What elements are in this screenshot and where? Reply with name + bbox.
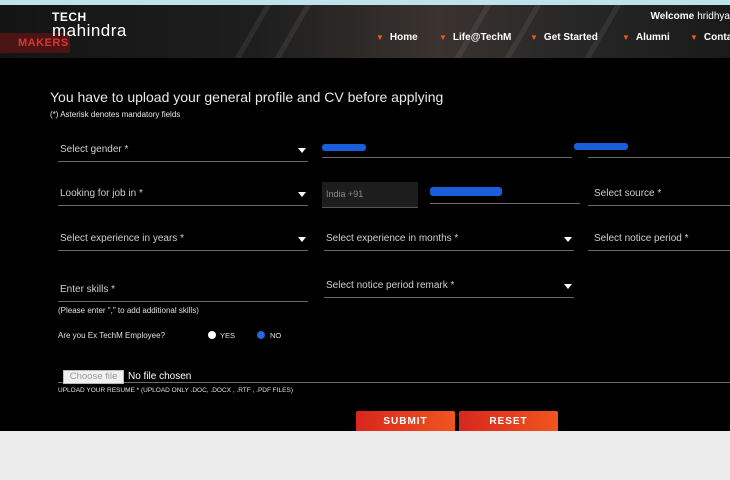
notice-period-placeholder: Select notice period * (594, 233, 689, 244)
dropdown-arrow-icon (298, 192, 306, 197)
submit-button[interactable]: SUBMIT (356, 411, 455, 431)
nav-contact[interactable]: ▼ Conta (690, 32, 730, 43)
job-location-placeholder: Looking for job in * (60, 188, 143, 199)
redaction-mark (574, 143, 628, 150)
site-header: MAKERS TECH mahindra Welcome hridhya ▼ Hom… (0, 5, 730, 58)
form-title: You have to upload your general profile … (50, 89, 444, 105)
upload-note: UPLOAD YOUR RESUME * (UPLOAD ONLY .DOC, … (58, 387, 294, 394)
skills-hint: (Please enter "," to add additional skil… (58, 306, 199, 315)
file-status: No file chosen (128, 371, 192, 382)
gender-placeholder: Select gender * (60, 144, 129, 155)
dropdown-arrow-icon (564, 284, 572, 289)
nav-alumni[interactable]: ▼ Alumni (622, 32, 670, 43)
ex-employee-yes-label[interactable]: YES (220, 331, 235, 340)
source-select[interactable]: Select source * (588, 184, 730, 206)
experience-months-select[interactable]: Select experience in months * (324, 229, 574, 251)
header-decor-stripe (234, 5, 272, 58)
first-name-field[interactable] (322, 136, 572, 158)
welcome-user[interactable]: hridhya (697, 11, 730, 22)
source-placeholder: Select source * (594, 188, 662, 199)
job-location-select[interactable]: Looking for job in * (58, 184, 308, 206)
country-code-select[interactable]: India +91 (322, 182, 418, 208)
redaction-mark (322, 144, 366, 151)
ex-employee-no-radio[interactable] (257, 331, 265, 339)
country-code-value: India +91 (326, 189, 364, 199)
caret-down-icon: ▼ (690, 33, 698, 42)
profile-form: You have to upload your general profile … (0, 58, 730, 431)
logo-mahindra[interactable]: mahindra (52, 21, 127, 41)
notice-remark-placeholder: Select notice period remark * (326, 280, 455, 291)
resume-upload: Choose file No file chosen (58, 367, 730, 384)
nav-life-techm[interactable]: ▼ Life@TechM (439, 32, 511, 43)
ex-employee-question: Are you Ex TechM Employee? (58, 331, 166, 340)
skills-placeholder: Enter skills * (60, 284, 116, 295)
caret-down-icon: ▼ (439, 33, 447, 42)
experience-years-select[interactable]: Select experience in years * (58, 229, 308, 251)
welcome-prefix: Welcome (650, 11, 695, 22)
dropdown-arrow-icon (298, 148, 306, 153)
mandatory-note: (*) Asterisk denotes mandatory fields (50, 110, 181, 119)
experience-months-placeholder: Select experience in months * (326, 233, 459, 244)
caret-down-icon: ▼ (376, 33, 384, 42)
gender-select[interactable]: Select gender * (58, 140, 308, 162)
header-decor-stripe (274, 5, 312, 58)
dropdown-arrow-icon (298, 237, 306, 242)
choose-file-button[interactable]: Choose file (63, 370, 124, 384)
ex-employee-no-label[interactable]: NO (270, 331, 281, 340)
experience-years-placeholder: Select experience in years * (60, 233, 184, 244)
redaction-mark (430, 187, 502, 196)
caret-down-icon: ▼ (622, 33, 630, 42)
skills-input[interactable]: Enter skills * (58, 280, 308, 302)
dropdown-arrow-icon (564, 237, 572, 242)
nav-home[interactable]: ▼ Home (376, 32, 418, 43)
mobile-number-field[interactable] (430, 182, 580, 204)
notice-remark-select[interactable]: Select notice period remark * (324, 276, 574, 298)
last-name-field[interactable] (574, 136, 730, 158)
ex-employee-yes-radio[interactable] (208, 331, 216, 339)
welcome-text: Welcome hridhya (650, 11, 730, 22)
reset-button[interactable]: RESET (459, 411, 558, 431)
caret-down-icon: ▼ (530, 33, 538, 42)
nav-get-started[interactable]: ▼ Get Started (530, 32, 598, 43)
notice-period-select[interactable]: Select notice period * (588, 229, 730, 251)
